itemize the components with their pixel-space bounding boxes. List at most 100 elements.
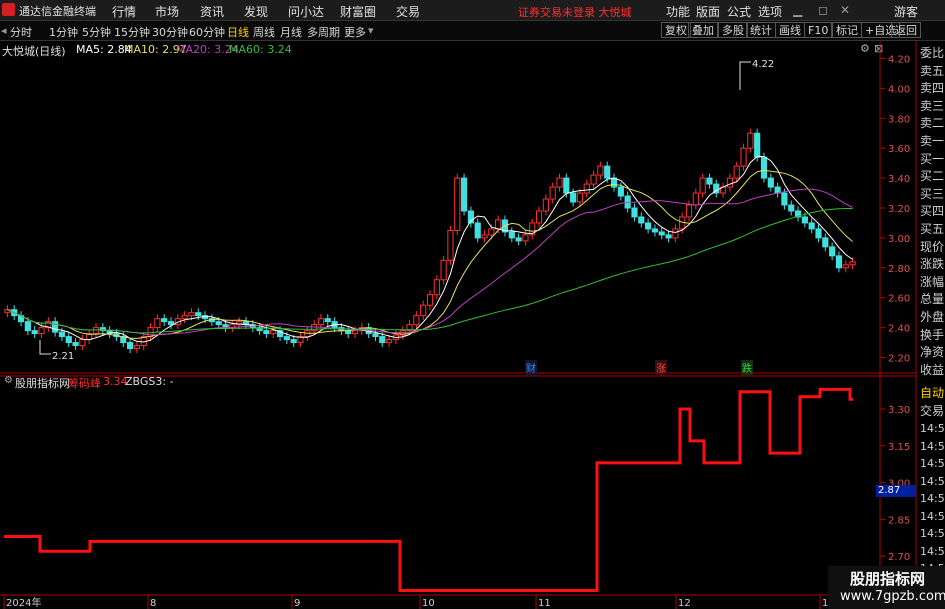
trade-time: 14:56 [920,527,945,540]
candle [610,173,618,192]
candle [161,314,168,327]
candle [542,194,549,216]
candle [433,275,440,300]
restore-icon[interactable]: ◻ [818,3,828,17]
indicator-name[interactable]: 股朋指标网 [15,375,70,391]
candle [229,320,236,333]
candle [460,173,468,216]
mark-button[interactable]: 标记 [832,22,862,38]
quote-field-label: 涨幅 [920,274,945,289]
minimize-icon[interactable]: ▁ [793,3,802,17]
draw-line-button[interactable]: 画线 [775,22,805,38]
candle [79,335,86,351]
candle [106,326,113,339]
menu-item-trade[interactable]: 交易 [396,3,420,20]
quote-field-label: 买一 [920,151,945,166]
candle [127,338,134,354]
menu-item-wealth[interactable]: 财富圈 [340,3,376,20]
user-label[interactable]: 游客 [894,3,918,20]
period-item-daily[interactable]: 日线 [227,24,249,40]
candle [740,143,747,171]
candle [420,300,427,321]
candle [645,218,652,234]
close-icon[interactable]: ✕ [840,3,850,17]
indicator-settings-icon[interactable]: ⚙ [4,375,13,386]
event-mark-finance[interactable]: 财 [525,360,537,375]
period-item-15min[interactable]: 15分钟 [114,24,150,40]
login-warning[interactable]: 证券交易未登录 大悦城 [518,4,632,20]
candle [719,182,727,198]
event-mark-fall[interactable]: 跌 [741,360,753,375]
menu-item-discover[interactable]: 发现 [244,3,268,20]
indicator-tick-label: 2.70 [888,552,910,563]
candle [672,224,679,243]
candle [638,212,645,228]
quote-field-label: 买三 [920,186,945,201]
period-item-30min[interactable]: 30分钟 [152,24,188,40]
period-item-monthly[interactable]: 月线 [280,24,302,40]
trade-time: 14:56 [920,544,945,558]
trade-time: 14:56 [920,439,945,453]
price-tick-label: 4.00 [888,84,910,95]
candle [195,308,202,321]
period-item-intraday[interactable]: 分时 [10,24,32,40]
candle [92,323,100,339]
candle [726,173,733,192]
ma-line-5 [7,156,853,343]
quote-field-label: 现价 [920,239,945,254]
candle [842,260,849,273]
candle [297,332,304,348]
candle [515,233,522,246]
quote-field-label: 外盘 [920,310,945,324]
menu-item-quotes[interactable]: 行情 [112,3,136,20]
price-tick-label: 3.40 [888,174,910,185]
trade-tab[interactable]: 交易 [920,402,944,419]
event-mark-rise[interactable]: 涨 [655,360,667,375]
menu-item-options[interactable]: 选项 [758,3,782,20]
auto-tab[interactable]: 自动 [920,384,944,401]
price-tick-label: 4.20 [888,54,910,65]
period-arrow-icon[interactable]: ◂ [1,24,7,37]
restore-rights-button[interactable]: 复权 [661,22,691,38]
period-item-5min[interactable]: 5分钟 [82,24,111,40]
candle [474,218,481,243]
menu-item-news[interactable]: 资讯 [200,3,224,20]
menu-bar: 通达信金融终端 行情 市场 资讯 发现 问小达 财富圈 交易 证券交易未登录 大… [0,0,945,21]
stats-button[interactable]: 统计 [746,22,776,38]
high-price-label: 4.22 [752,59,775,70]
period-item-60min[interactable]: 60分钟 [189,24,225,40]
period-item-more[interactable]: 更多 [344,24,366,40]
period-item-weekly[interactable]: 周线 [253,24,275,40]
f10-button[interactable]: F10 [804,22,833,38]
candle [788,200,795,216]
candle [454,173,461,235]
quote-field-label: 买二 [920,169,945,184]
multi-stock-button[interactable]: 多股 [718,22,748,38]
period-item-multi[interactable]: 多周期 [307,24,340,40]
chart-canvas[interactable]: 2.20 2.40 2.60 2.80 3.00 3.20 3.40 3.60 3.80 4.00… [0,40,945,609]
menu-item-formula[interactable]: 公式 [727,3,751,20]
high-marker-icon [739,61,751,90]
price-tick-label: 2.60 [888,294,910,305]
price-tick-label: 3.80 [888,114,910,125]
quote-field-label: 买五 [920,222,945,236]
chevron-down-icon[interactable]: ▾ [368,24,374,37]
quote-field-label: 净资 [920,345,945,360]
trade-time: 14:56 [920,509,945,523]
price-tick-label: 3.00 [888,234,910,245]
menu-item-market[interactable]: 市场 [155,3,179,20]
app-title: 通达信金融终端 [19,5,96,18]
period-item-1min[interactable]: 1分钟 [49,24,78,40]
menu-item-layout[interactable]: 版面 [696,3,720,20]
date-tick-label: 12 [678,598,691,609]
ma-line-10 [7,169,853,339]
candle [692,188,699,210]
watermark-box: 股朋指标网 www.7gpzb.com [828,566,945,609]
candle [181,311,188,324]
menu-item-function[interactable]: 功能 [666,3,690,20]
overlay-button[interactable]: 叠加 [688,22,718,38]
quote-field-label: 卖四 [920,81,945,96]
price-tick-label: 2.80 [888,264,910,275]
back-button[interactable]: 返回 [891,22,921,38]
menu-item-ask[interactable]: 问小达 [288,3,324,20]
